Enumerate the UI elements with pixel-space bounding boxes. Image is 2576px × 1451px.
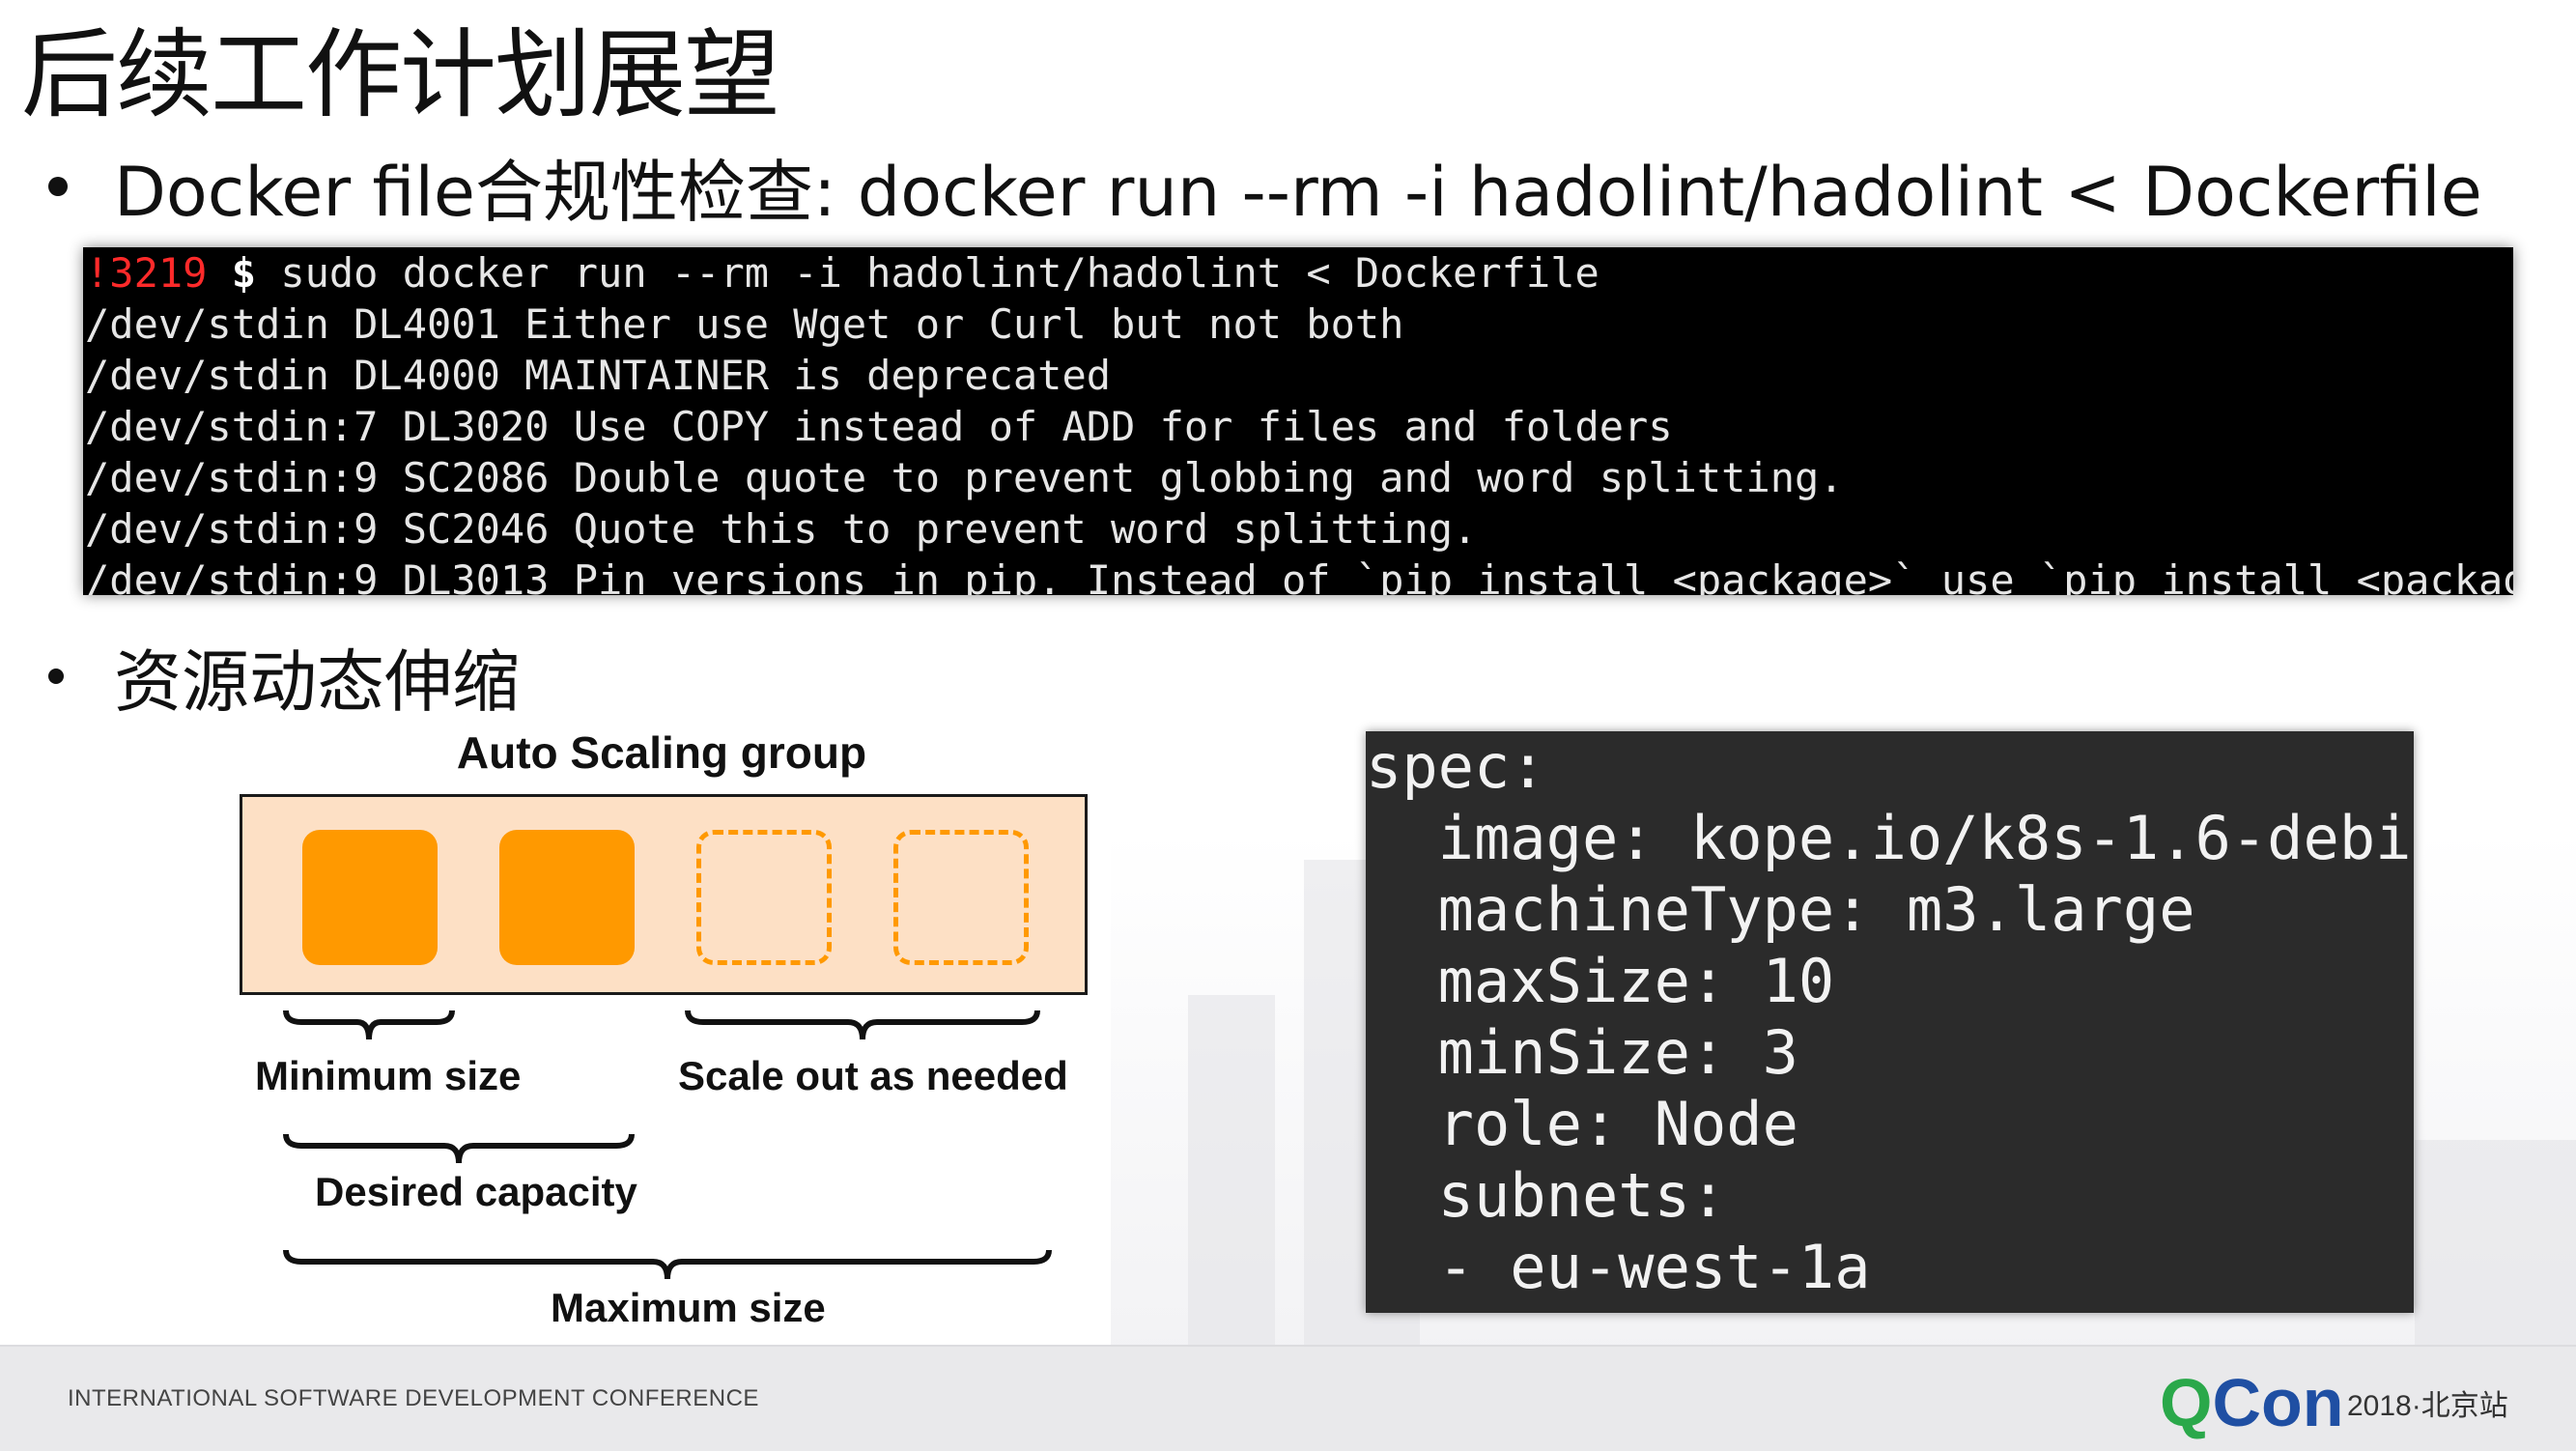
scale-out-brace — [684, 1007, 1041, 1045]
qcon-logo-con: Con — [2212, 1365, 2344, 1440]
maximum-size-label: Maximum size — [551, 1285, 826, 1330]
terminal-screenshot: !3219 $ sudo docker run --rm -i hadolint… — [83, 247, 2513, 595]
scale-out-label: Scale out as needed — [678, 1053, 1068, 1098]
terminal-command-line: !3219 $ sudo docker run --rm -i hadolint… — [85, 247, 2513, 299]
minimum-size-label: Minimum size — [255, 1053, 522, 1098]
terminal-output-line: /dev/stdin DL4001 Either use Wget or Cur… — [85, 300, 1404, 348]
desired-capacity-brace — [282, 1130, 636, 1169]
running-instance — [302, 830, 438, 965]
desired-capacity-label: Desired capacity — [315, 1169, 637, 1214]
bullet-text: Docker file合规性检查: docker run --rm -i had… — [114, 152, 2482, 232]
conference-name: INTERNATIONAL SOFTWARE DEVELOPMENT CONFE… — [68, 1385, 759, 1411]
terminal-output-line: /dev/stdin:9 SC2046 Quote this to preven… — [85, 505, 1478, 553]
terminal-output-line: /dev/stdin:9 SC2086 Double quote to prev… — [85, 454, 1844, 501]
terminal-output-line: /dev/stdin:7 DL3020 Use COPY instead of … — [85, 403, 1673, 450]
bullet-dot — [48, 177, 68, 196]
bullet-item: 资源动态伸缩 — [48, 628, 520, 725]
background-graphic-block — [2415, 1140, 2576, 1352]
terminal-prompt-number: !3219 — [85, 249, 208, 297]
yaml-code-screenshot: spec: image: kope.io/k8s-1.6-debian- mac… — [1366, 731, 2414, 1313]
yaml-line: spec: — [1366, 731, 1546, 802]
maximum-size-brace — [282, 1246, 1053, 1285]
bullet-dot — [48, 669, 64, 684]
qcon-logo: QCon — [2160, 1364, 2344, 1441]
conference-edition: 2018·北京站 — [2347, 1390, 2508, 1422]
potential-instance — [696, 830, 832, 965]
auto-scaling-group-title: Auto Scaling group — [456, 727, 867, 778]
potential-instance — [893, 830, 1029, 965]
slide-footer: INTERNATIONAL SOFTWARE DEVELOPMENT CONFE… — [0, 1345, 2576, 1451]
auto-scaling-group-box — [240, 794, 1088, 995]
yaml-line: subnets: — [1366, 1160, 1727, 1231]
yaml-line: maxSize: 10 — [1366, 946, 1835, 1016]
yaml-line: role: Node — [1366, 1089, 1798, 1159]
running-instance — [499, 830, 635, 965]
terminal-output-line: /dev/stdin:9 DL3013 Pin versions in pip.… — [85, 556, 2513, 595]
yaml-line: minSize: 3 — [1366, 1017, 1798, 1088]
bullet-item: Docker file合规性检查: docker run --rm -i had… — [48, 143, 2482, 232]
yaml-line: machineType: m3.large — [1366, 874, 2195, 945]
slide-title: 后续工作计划展望 — [21, 18, 780, 131]
terminal-prompt-symbol: $ — [231, 249, 257, 297]
background-graphic-block — [1188, 995, 1275, 1352]
yaml-line: image: kope.io/k8s-1.6-debian- — [1366, 803, 2414, 873]
minimum-size-brace — [282, 1007, 456, 1045]
qcon-logo-q: Q — [2160, 1365, 2213, 1440]
bullet-text: 资源动态伸缩 — [114, 641, 520, 722]
yaml-line: - eu-west-1a — [1366, 1232, 1871, 1302]
terminal-command: sudo docker run --rm -i hadolint/hadolin… — [256, 249, 1599, 297]
terminal-output-line: /dev/stdin DL4000 MAINTAINER is deprecat… — [85, 352, 1112, 399]
